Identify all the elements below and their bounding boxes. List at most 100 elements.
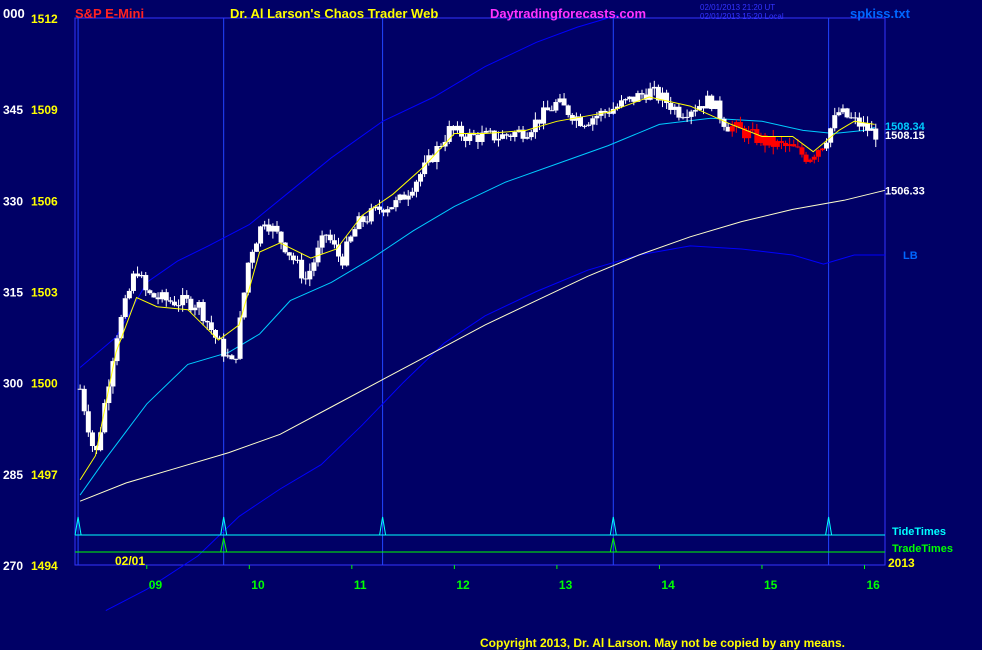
candle-body-up <box>253 243 259 252</box>
candle-body-down <box>791 144 797 147</box>
candle-body-up <box>389 207 395 210</box>
candle-body-up <box>85 411 91 433</box>
candle-body-up <box>676 106 682 118</box>
data-file-label: spkiss.txt <box>850 6 910 21</box>
candle-body-up <box>151 293 157 298</box>
x-tick-label: 10 <box>251 578 265 592</box>
website-link[interactable]: Daytradingforecasts.com <box>490 6 646 21</box>
candle-body-up <box>122 298 128 317</box>
trade-times-label: TradeTimes <box>892 543 953 555</box>
y-tick-right: 1509 <box>31 103 58 117</box>
candle-body-up <box>524 137 530 139</box>
y-tick-right: 1503 <box>31 286 58 300</box>
x-tick-label: 09 <box>149 578 163 592</box>
candle-body-up <box>89 432 95 447</box>
candle-body-up <box>327 234 333 241</box>
candle-body-up <box>873 128 879 140</box>
candle-body-up <box>639 93 645 95</box>
candle-body-up <box>844 108 850 118</box>
candle-body-up <box>717 100 723 119</box>
candle-body-up <box>319 235 325 248</box>
candle-body-up <box>561 98 567 106</box>
copyright-notice: Copyright 2013, Dr. Al Larson. May not b… <box>480 636 845 650</box>
candle-body-up <box>245 262 251 293</box>
y-tick-left: 330 <box>3 194 23 208</box>
y-tick-right: 1500 <box>31 377 58 391</box>
candle-body-up <box>237 317 243 359</box>
date-label: 02/01 <box>115 554 145 568</box>
tide-times-label: TideTimes <box>892 526 946 538</box>
candle-body-up <box>409 191 415 196</box>
candle-body-down <box>819 148 825 151</box>
candle-body-up <box>504 134 510 136</box>
candle-body-up <box>299 259 305 279</box>
candle-body-up <box>110 361 116 387</box>
symbol-label: S&P E-Mini <box>75 6 145 21</box>
candle-body-up <box>594 115 600 119</box>
candle-body-up <box>274 225 280 232</box>
plot-frame <box>74 17 886 566</box>
x-tick-label: 11 <box>354 578 367 592</box>
candle-body-up <box>836 112 842 116</box>
candle-body-up <box>143 275 149 291</box>
candle-body-down <box>778 141 784 143</box>
candle-body-up <box>528 132 534 138</box>
candle-body-up <box>824 142 830 149</box>
site-title: Dr. Al Larson's Chaos Trader Web <box>230 6 439 21</box>
candle-body-up <box>545 107 551 111</box>
candle-body-up <box>147 290 153 294</box>
candle-body-down <box>795 146 801 148</box>
candle-body-up <box>385 209 391 213</box>
y-tick-right: 1512 <box>31 12 58 26</box>
candle-body-up <box>413 181 419 192</box>
candle-body-up <box>348 236 354 242</box>
candle-body-up <box>208 322 214 330</box>
candle-body-up <box>364 221 370 223</box>
candle-body-down <box>729 126 735 132</box>
candle-body-up <box>233 358 239 360</box>
y-tick-left: 315 <box>3 286 23 300</box>
candle-body-down <box>799 147 805 155</box>
candle-body-up <box>192 307 198 311</box>
candle-body-up <box>512 132 518 137</box>
x-tick-label: 15 <box>764 578 778 592</box>
candle-body-up <box>126 290 132 299</box>
candle-body-up <box>98 432 104 451</box>
lower-band-line <box>105 245 885 612</box>
candle-body-up <box>479 132 485 142</box>
candle-body-up <box>200 302 206 322</box>
candle-body-up <box>377 206 383 210</box>
y-tick-right: 1506 <box>31 194 58 208</box>
candle-body-up <box>590 118 596 125</box>
candle-body-down <box>815 150 821 157</box>
y-tick-left: 285 <box>3 468 23 482</box>
candle-body-up <box>307 270 313 280</box>
candle-body-up <box>352 229 358 237</box>
candle-body-up <box>311 262 317 271</box>
candle-body-up <box>344 241 350 266</box>
candle-body-up <box>221 338 227 357</box>
candle-body-up <box>286 252 292 256</box>
candle-body-up <box>167 300 173 302</box>
year-label: 2013 <box>888 556 915 570</box>
candle-body-up <box>393 200 399 208</box>
candle-body-up <box>405 195 411 200</box>
candle-body-up <box>418 174 424 182</box>
timestamp-local: 02/01/2013 15:20 Local <box>700 12 784 21</box>
x-tick-label: 16 <box>866 578 880 592</box>
candle-body-up <box>565 105 571 115</box>
candle-body-up <box>204 321 210 323</box>
candle-body-up <box>331 240 337 245</box>
candle-body-up <box>278 231 284 243</box>
line-value-label: 1506.33 <box>885 185 925 197</box>
candle-body-up <box>171 301 177 306</box>
x-tick-label: 14 <box>661 578 675 592</box>
candle-body-up <box>258 226 264 244</box>
line-value-label: LB <box>903 250 918 262</box>
y-tick-left: 345 <box>3 103 23 117</box>
candle-body-up <box>249 251 255 263</box>
candle-body-up <box>290 255 296 261</box>
x-tick-label: 12 <box>456 578 470 592</box>
candle-body-up <box>688 111 694 117</box>
short-average-line <box>79 96 875 481</box>
